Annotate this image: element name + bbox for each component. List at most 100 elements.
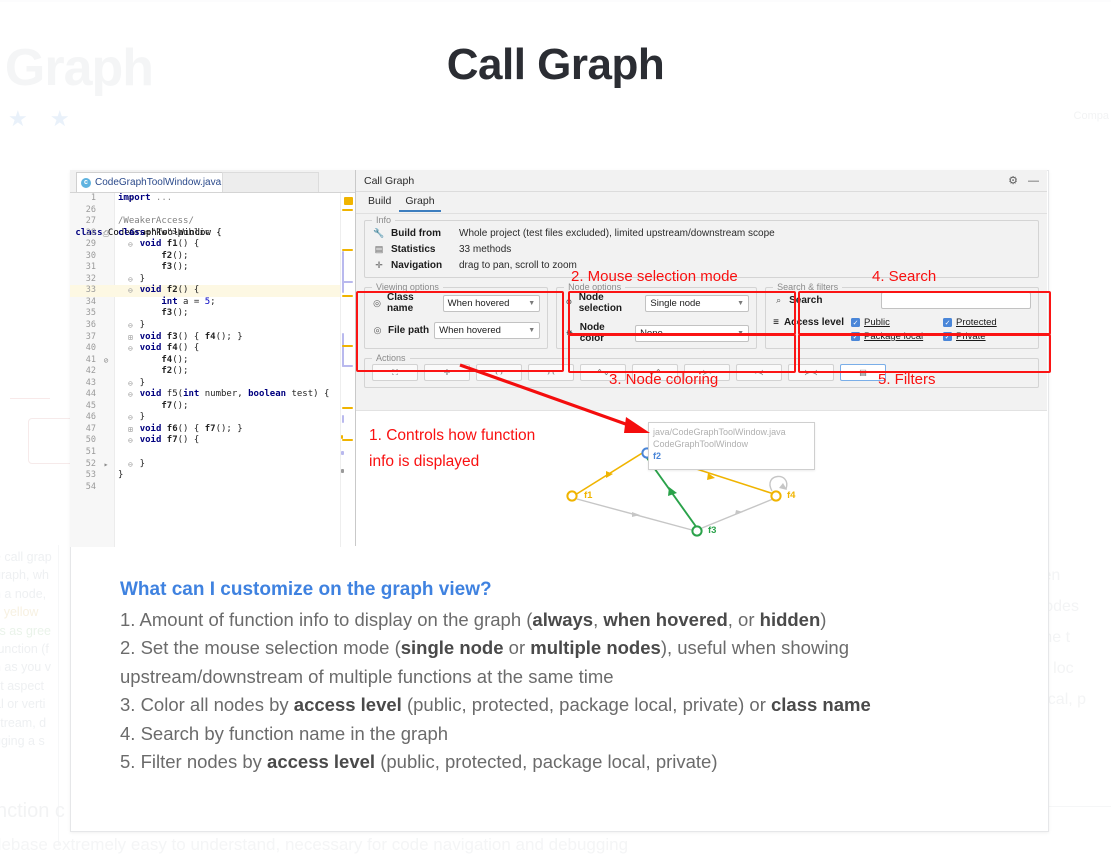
- code-text: }: [118, 470, 124, 481]
- checkbox-private[interactable]: ✓ Private: [943, 331, 1031, 342]
- node-color-select[interactable]: None ▼: [635, 324, 750, 342]
- background-right-top-text: Compa: [1073, 110, 1109, 122]
- tool-window-title: Call Graph: [364, 174, 415, 187]
- eye-icon: ◎: [373, 325, 382, 335]
- code-line: 30 f2();: [70, 251, 355, 263]
- node-f1[interactable]: [566, 490, 578, 502]
- minimize-icon[interactable]: —: [1028, 175, 1039, 187]
- code-text: f7();: [161, 400, 189, 411]
- tab-build[interactable]: Build: [362, 193, 397, 212]
- node-f4[interactable]: [770, 490, 782, 502]
- editor-tab-label: CodeGraphToolWindow.java: [95, 177, 222, 188]
- background-top-rule: [0, 0, 1111, 2]
- explanation-item-5: 5. Filter nodes by access level (public,…: [120, 748, 980, 777]
- code-text: f2();: [161, 366, 189, 377]
- tab-graph[interactable]: Graph: [399, 193, 441, 212]
- chevron-down-icon: ▼: [737, 329, 745, 337]
- line-number: 29: [85, 239, 96, 250]
- line-number: 35: [85, 308, 96, 319]
- line-number: 28: [85, 227, 96, 238]
- code-text: f4();: [161, 354, 189, 365]
- search-label: Search: [789, 295, 823, 306]
- explanation-text: What can I customize on the graph view? …: [120, 576, 980, 777]
- info-value: 33 methods: [459, 244, 512, 255]
- code-text: import ...: [118, 193, 173, 203]
- line-number: 52: [85, 458, 96, 469]
- marker: [341, 451, 344, 455]
- text-part: (public, protected, package local, priva…: [401, 694, 771, 715]
- gutter-marker[interactable]: ⎙: [100, 228, 112, 240]
- gutter-marker[interactable]: ⊘: [100, 355, 112, 367]
- code-line: 33 ⊖ void f2() {: [70, 285, 355, 297]
- info-label: Build from: [391, 228, 441, 239]
- marker: [342, 281, 353, 283]
- java-class-icon: c: [81, 177, 91, 188]
- code-line: 31 f3();: [70, 262, 355, 274]
- marker: [342, 251, 344, 293]
- palette-icon: ✸: [565, 327, 574, 338]
- node-selection-select[interactable]: Single node ▼: [645, 294, 750, 312]
- file-path-select-value: When hovered: [439, 325, 501, 336]
- text-part: or: [503, 637, 531, 658]
- line-number: 41: [85, 354, 96, 365]
- downstream-button[interactable]: •≺: [736, 364, 782, 381]
- annotation-4-label: 4. Search: [872, 268, 937, 285]
- line-number: 1: [90, 193, 96, 203]
- info-row-build-from: 🔧 Build from Whole project (test files e…: [373, 228, 1030, 239]
- node-color-value: None: [640, 327, 663, 339]
- node-selection-value: Single node: [650, 297, 701, 309]
- gear-icon[interactable]: ⚙: [1008, 174, 1018, 187]
- text-strong: access level: [267, 751, 376, 772]
- info-label: Navigation: [391, 260, 443, 271]
- arrow-icon: [735, 510, 743, 515]
- code-line: 46 ⊖ }: [70, 412, 355, 424]
- text-strong: always: [532, 608, 594, 630]
- checkbox-public[interactable]: ✓ Public: [851, 317, 939, 328]
- node-f3[interactable]: [691, 525, 703, 537]
- check-icon: ✓: [943, 318, 952, 327]
- code-line: 53}: [70, 470, 355, 482]
- action-glyph: ▤: [859, 368, 867, 377]
- code-text: void f6() { f7(); }: [139, 423, 243, 434]
- code-line: 51: [70, 447, 355, 459]
- line-number: 45: [85, 400, 96, 411]
- tool-window-controls: ⚙ —: [1008, 174, 1039, 188]
- checkbox-protected[interactable]: ✓ Protected: [943, 317, 1031, 328]
- line-number: 27: [85, 216, 96, 227]
- eye-icon: ◎: [373, 297, 381, 308]
- filter-icon: ≡: [773, 317, 779, 328]
- annotation-1-label-line1: 1. Controls how function: [369, 427, 536, 444]
- explanation-item-1: 1. Amount of function info to display on…: [120, 606, 980, 635]
- action-glyph: ≻≺: [804, 368, 818, 377]
- explanation-item-4: 4. Search by function name in the graph: [120, 722, 449, 744]
- text-strong: class name: [771, 694, 871, 715]
- code-area[interactable]: 1 ⊟ import ... 26 27/WeakerAccess/28 ⎙ class="…: [70, 193, 355, 547]
- line-number: 54: [85, 481, 96, 492]
- node-options-group: Node options ⚲ Node selection Single nod…: [556, 282, 758, 349]
- checkbox-package-local[interactable]: ✓ Package local: [851, 331, 939, 342]
- marker: [342, 415, 344, 423]
- annotation-2-label: 2. Mouse selection mode: [571, 268, 738, 285]
- search-input[interactable]: [881, 292, 1031, 309]
- text-part: (public, protected, package local, priva…: [375, 751, 718, 772]
- both-directions-button[interactable]: ≻≺: [788, 364, 834, 381]
- gutter-marker[interactable]: ▸: [100, 459, 112, 471]
- viewing-options-legend: Viewing options: [372, 282, 443, 292]
- text-strong: multiple nodes: [530, 637, 661, 658]
- explanation-item-3: 3. Color all nodes by access level (publ…: [120, 691, 980, 720]
- code-line: 41 ⊘ f4();: [70, 355, 355, 367]
- code-line: 28 ⎙ class="kw">public class CodeGraphTool…: [70, 228, 355, 240]
- code-line: 54: [70, 482, 355, 494]
- line-number: 46: [85, 412, 96, 423]
- code-text: }: [118, 412, 146, 423]
- line-number: 43: [85, 377, 96, 388]
- file-path-select[interactable]: When hovered ▼: [434, 322, 541, 339]
- info-legend: Info: [372, 215, 396, 225]
- editor-tab-codegraphtoolwindow[interactable]: c CodeGraphToolWindow.java ×: [76, 172, 241, 192]
- class-name-select[interactable]: When hovered ▼: [442, 294, 541, 312]
- search-icon: ⌕: [776, 295, 782, 305]
- code-line: 40 ⊖ void f4() {: [70, 343, 355, 355]
- editor-tab-empty[interactable]: [222, 172, 319, 192]
- editor-tab-bar: c CodeGraphToolWindow.java ×: [70, 170, 355, 193]
- explanation-item-2: 2. Set the mouse selection mode (single …: [120, 634, 980, 691]
